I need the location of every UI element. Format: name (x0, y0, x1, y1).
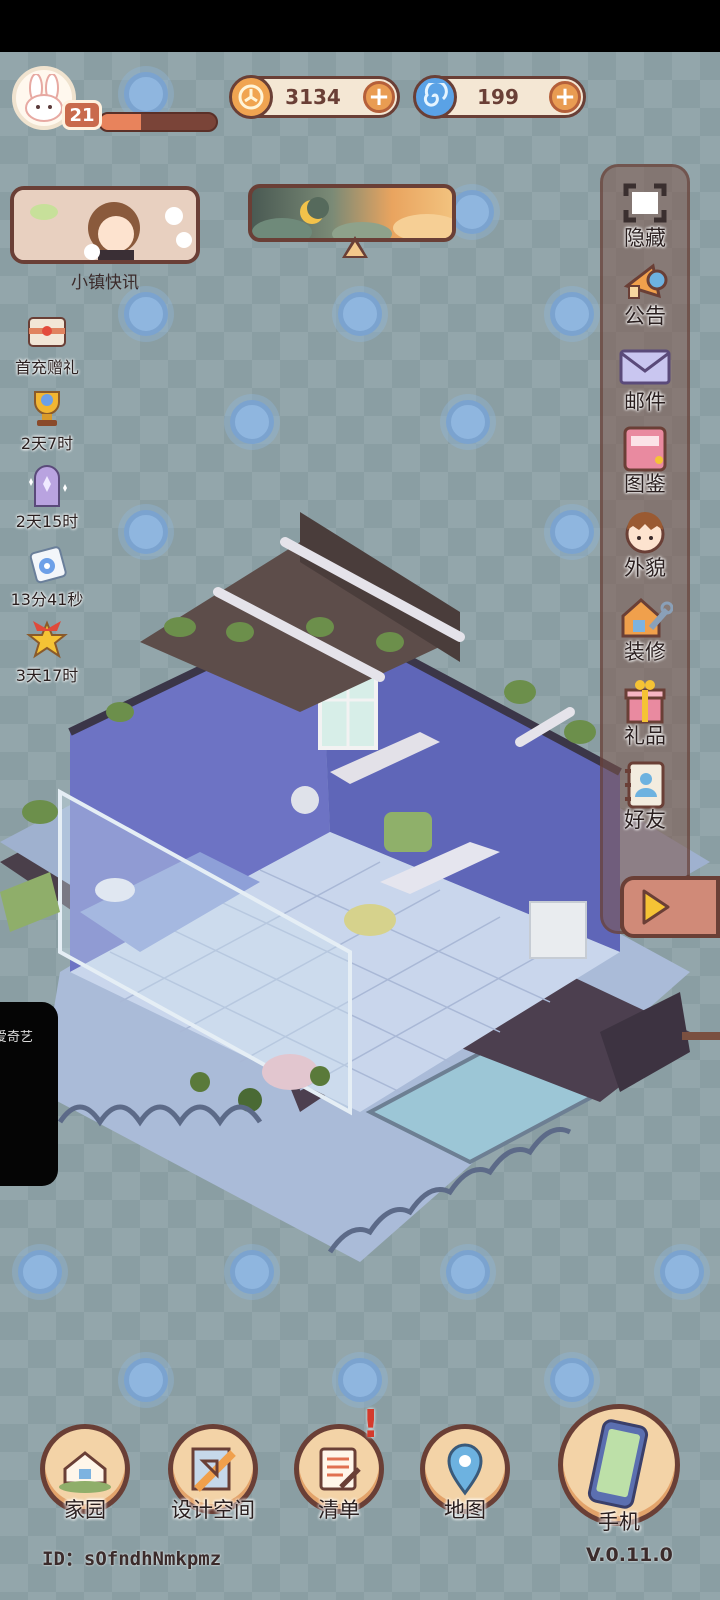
event-label: 首充赠礼 (14, 358, 79, 377)
event-first-recharge[interactable]: 首充赠礼 (2, 310, 92, 378)
menu-label: 公告 (624, 304, 666, 328)
ticket-icon (23, 542, 71, 586)
xp-progress-fill (100, 114, 141, 130)
star-bow-icon (23, 618, 71, 662)
event-label: 2天7时 (20, 434, 74, 453)
expand-panel-button[interactable] (620, 876, 720, 938)
menu-appearance[interactable]: 外貌 (604, 508, 686, 582)
sun-tile-icon (338, 1358, 382, 1402)
trophy-icon (23, 386, 71, 430)
town-news-label: 小镇快讯 (71, 273, 139, 293)
event-star[interactable]: 3天17时 (2, 618, 92, 686)
level-badge: 21 (62, 100, 102, 130)
nav-label: 地图 (444, 1498, 486, 1522)
menu-label: 邮件 (624, 390, 666, 414)
game-scene[interactable]: 21 3134 + 199 + 小镇快讯 首充赠礼 2天7时 2天15时 13分… (0, 52, 720, 1600)
menu-label: 图鉴 (624, 472, 666, 496)
crystal-tombstone-icon (23, 464, 71, 508)
menu-announcement[interactable]: 公告 (604, 256, 686, 330)
hide-frame-icon (617, 178, 673, 228)
event-label: 13分41秒 (10, 590, 84, 609)
day-night-marker-inner (346, 242, 364, 256)
menu-gifts[interactable]: 礼品 (604, 676, 686, 750)
album-icon (617, 424, 673, 474)
sun-tile-icon (450, 190, 494, 234)
gem-counter[interactable]: 199 + (413, 75, 586, 119)
add-gems-button[interactable]: + (549, 81, 581, 113)
menu-hide[interactable]: 隐藏 (604, 178, 686, 252)
nav-design-space[interactable]: 设计空间 (168, 1424, 258, 1524)
nav-label: 家园 (64, 1498, 106, 1522)
nav-phone[interactable]: 手机 (558, 1404, 680, 1536)
coin-icon (229, 75, 273, 119)
nav-label: 手机 (598, 1510, 640, 1534)
floating-video-overlay[interactable]: 爱奇艺 (0, 1002, 58, 1186)
nav-home[interactable]: 家园 (40, 1424, 130, 1524)
news-banner-icon (14, 190, 196, 260)
gift-letter-icon (23, 310, 71, 354)
swirl-icon (413, 75, 457, 119)
menu-label: 礼品 (624, 724, 666, 748)
event-crystal[interactable]: 2天15时 (2, 464, 92, 532)
sun-tile-icon (550, 1358, 594, 1402)
event-ticket[interactable]: 13分41秒 (2, 542, 92, 610)
town-news-card[interactable] (10, 186, 200, 264)
menu-decorate[interactable]: 装修 (604, 592, 686, 666)
sun-tile-icon (124, 292, 168, 336)
play-arrow-icon (642, 889, 670, 925)
event-label: 3天17时 (15, 666, 79, 685)
event-trophy[interactable]: 2天7时 (2, 386, 92, 454)
gift-icon (617, 676, 673, 726)
nav-map[interactable]: 地图 (420, 1424, 510, 1524)
menu-label: 装修 (624, 640, 666, 664)
character-face-icon (617, 508, 673, 558)
menu-album[interactable]: 图鉴 (604, 424, 686, 498)
video-overlay-text: 爱奇艺 (0, 1030, 34, 1045)
sun-tile-icon (338, 292, 382, 336)
menu-label: 好友 (624, 808, 666, 832)
nav-label: 设计空间 (171, 1498, 255, 1522)
bunny-icon (25, 74, 63, 122)
menu-label: 外貌 (624, 556, 666, 580)
sun-tile-icon (124, 1358, 168, 1402)
nav-label: 清单 (318, 1498, 360, 1522)
sun-tile-icon (550, 292, 594, 336)
game-version: V.0.11.0 (586, 1544, 673, 1566)
megaphone-icon (617, 256, 673, 306)
menu-friends[interactable]: 好友 (604, 760, 686, 834)
mail-icon (617, 342, 673, 392)
player-id: ID：sOfndhNmkpmz (42, 1548, 222, 1570)
moon-icon (252, 197, 452, 238)
friend-book-icon (617, 760, 673, 810)
house-wrench-icon (617, 592, 673, 642)
menu-mail[interactable]: 邮件 (604, 342, 686, 416)
event-label: 2天15时 (15, 512, 79, 531)
xp-progress-bar (98, 112, 218, 132)
coin-counter[interactable]: 3134 + (229, 75, 400, 119)
day-night-bar (248, 184, 456, 242)
checklist-alert-icon: ! (362, 1402, 380, 1446)
sun-tile-icon (124, 72, 168, 116)
add-coins-button[interactable]: + (363, 81, 395, 113)
menu-label: 隐藏 (624, 226, 666, 250)
